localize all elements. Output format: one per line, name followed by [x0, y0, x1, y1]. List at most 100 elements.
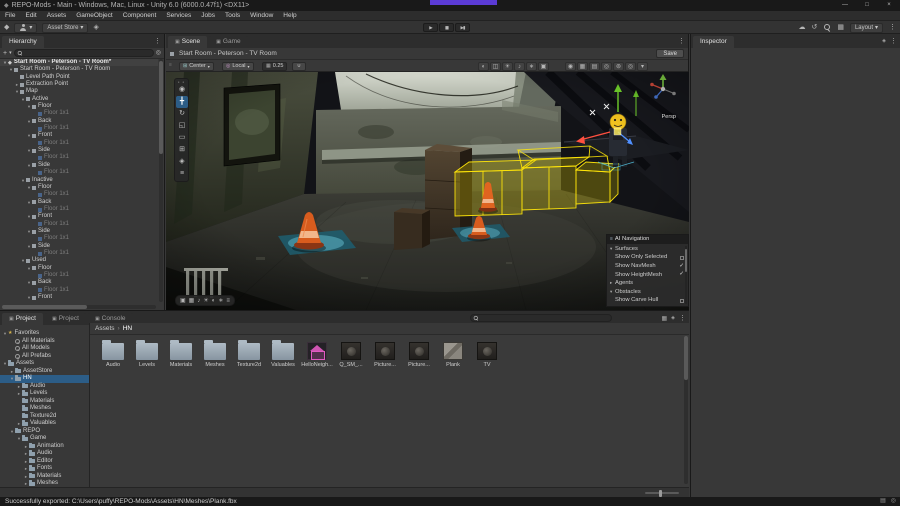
hierarchy-row[interactable]: ▾ Front	[0, 294, 158, 301]
project-tree-item-animation[interactable]: ▸ Animation	[0, 443, 89, 451]
layers-icon[interactable]: ▤	[589, 61, 600, 71]
transform-tool-button[interactable]: ⊞	[176, 144, 188, 156]
layers-icon[interactable]: ▦	[837, 22, 844, 33]
project-scrollbar[interactable]	[684, 336, 688, 484]
layout-dropdown[interactable]: Layout ▾	[849, 22, 883, 33]
breadcrumb-current[interactable]: HN	[123, 325, 132, 332]
custom-tool-button[interactable]: ◈	[176, 156, 188, 168]
nav-overlay-scrollbar[interactable]	[684, 245, 687, 304]
effects-icon[interactable]: ∗	[218, 296, 223, 306]
wireframe-icon[interactable]: ◫	[490, 61, 501, 71]
asset-item-tv[interactable]: TV	[470, 335, 504, 383]
hierarchy-row[interactable]: Floor 1x1	[0, 154, 158, 161]
cloud-icon[interactable]: ☁	[798, 22, 805, 33]
nav-row-show-heightmesh[interactable]: Show HeightMesh ✓	[607, 271, 688, 280]
settings-icon[interactable]: ⊚	[613, 61, 624, 71]
scale-tool-button[interactable]: ◱	[176, 120, 188, 132]
project-tree-item-audio[interactable]: ▸ Audio	[0, 383, 89, 391]
hierarchy-row[interactable]: Floor 1x1	[0, 140, 158, 147]
rotate-tool-button[interactable]: ↻	[176, 108, 188, 120]
hierarchy-row[interactable]: ▾ Map	[0, 88, 158, 95]
hierarchy-row[interactable]: ▾ Back	[0, 118, 158, 125]
hierarchy-row[interactable]: ▾ Start Room - Peterson - TV Room	[0, 66, 158, 73]
close-button[interactable]: ×	[878, 0, 900, 11]
asset-item-texture2d[interactable]: Texture2d	[232, 335, 266, 383]
menu-window[interactable]: Window	[245, 11, 278, 20]
project-tree-item-materials[interactable]: ▸ Materials	[0, 473, 89, 481]
camera-icon[interactable]: ▣	[538, 61, 549, 71]
add-caret-icon[interactable]: ▾	[9, 49, 12, 58]
menu-gameobject[interactable]: GameObject	[71, 11, 118, 20]
play-button[interactable]: ▶	[423, 23, 438, 32]
more-tool-button[interactable]: ≡	[176, 168, 188, 180]
nav-row-show-navmesh[interactable]: Show NavMesh ✓	[607, 262, 688, 271]
project-tree-item-all-prefabs[interactable]: All Prefabs	[0, 353, 89, 361]
gizmo-icon[interactable]: ◎	[625, 61, 636, 71]
asset-item-picture[interactable]: Picture...	[402, 335, 436, 383]
project-tree-item-audio[interactable]: ▸ Audio	[0, 450, 89, 458]
project-tree-item-all-models[interactable]: All Models	[0, 345, 89, 353]
status-message[interactable]: Successfully exported: C:\Users\puffy\RE…	[5, 498, 237, 505]
hierarchy-scrollbar[interactable]	[159, 59, 163, 302]
hierarchy-row[interactable]: ▾ Floor	[0, 265, 158, 272]
project-tree-item-assets[interactable]: ▾ Assets	[0, 360, 89, 368]
nav-row-show-only-selected[interactable]: Show Only Selected	[607, 253, 688, 262]
minimize-button[interactable]: —	[834, 0, 856, 11]
menu-edit[interactable]: Edit	[20, 11, 41, 20]
hierarchy-row[interactable]: ▾ Active	[0, 96, 158, 103]
scene-breadcrumb[interactable]: Start Room - Peterson - TV Room	[179, 50, 277, 57]
add-gameobject-button[interactable]: +	[3, 49, 7, 58]
audio-icon[interactable]: ♪	[197, 296, 200, 306]
hierarchy-row[interactable]: ▸ Extraction Point	[0, 81, 158, 88]
checkbox[interactable]: ✓	[679, 263, 684, 269]
project-tree-item-assetstore[interactable]: ▸ AssetStore	[0, 368, 89, 376]
toolbar-handle-icon[interactable]: ≡	[169, 62, 172, 68]
hierarchy-row[interactable]: Floor 1x1	[0, 235, 158, 242]
step-button[interactable]: ▶▮	[455, 23, 470, 32]
project-tree-item-all-materials[interactable]: All Materials	[0, 338, 89, 346]
rect-tool-button[interactable]: ▭	[176, 132, 188, 144]
project-search-input[interactable]	[470, 314, 612, 322]
nav-row-agents[interactable]: ▸ Agents	[607, 279, 688, 288]
toolbar-menu-icon[interactable]: ⋮	[889, 22, 896, 33]
hierarchy-row[interactable]: Floor 1x1	[0, 125, 158, 132]
hierarchy-hscrollbar[interactable]	[2, 305, 156, 309]
pause-button[interactable]: ▮▮	[439, 23, 454, 32]
hierarchy-row[interactable]: Floor 1x1	[0, 169, 158, 176]
project-tree-item-favorites[interactable]: ▾ ★ Favorites	[0, 330, 89, 338]
project-tree-item-valuables[interactable]: ▸ Valuables	[0, 420, 89, 428]
project-tree-item-texture2d[interactable]: Texture2d	[0, 413, 89, 421]
hierarchy-row[interactable]: Floor 1x1	[0, 191, 158, 198]
menu-services[interactable]: Services	[161, 11, 196, 20]
lighting-icon[interactable]: ☀	[502, 61, 513, 71]
nav-row-surfaces[interactable]: ▾ Surfaces	[607, 245, 688, 254]
maximize-button[interactable]: □	[856, 0, 878, 11]
move-tool-button[interactable]: ╋	[176, 96, 188, 108]
nav-row-show-carve-hull[interactable]: Show Carve Hull	[607, 296, 688, 305]
hierarchy-search-input[interactable]	[13, 49, 154, 57]
checkbox[interactable]: ✓	[679, 272, 684, 278]
shading-icon[interactable]: ◐	[478, 61, 489, 71]
grid-icon[interactable]: ▦	[577, 61, 588, 71]
menu-help[interactable]: Help	[278, 11, 301, 20]
hierarchy-row[interactable]: ▾ Inactive	[0, 177, 158, 184]
scene-menu-icon[interactable]: ⋮	[678, 37, 685, 45]
save-button[interactable]: Save	[656, 49, 684, 58]
grid-icon[interactable]: ▦	[189, 296, 195, 306]
persp-label[interactable]: Persp	[662, 114, 676, 120]
tab-scene[interactable]: ▣ Scene	[168, 36, 208, 48]
lighting-icon[interactable]: ☀	[203, 296, 208, 306]
hierarchy-row[interactable]: ▾ Side	[0, 147, 158, 154]
console-icon[interactable]: ▤	[880, 497, 886, 506]
lock-icon[interactable]: ◈	[882, 38, 886, 44]
project-tree-item-hn[interactable]: ▾ HN	[0, 375, 89, 383]
hierarchy-row[interactable]: Floor 1x1	[0, 272, 158, 279]
camera-icon[interactable]: ▣	[180, 296, 186, 306]
inspector-menu-icon[interactable]: ⋮	[890, 37, 897, 45]
scene-visibility-icon[interactable]: ◎	[156, 49, 161, 58]
view-tool-button[interactable]: ◉	[176, 84, 188, 96]
tab-inspector[interactable]: Inspector	[693, 36, 734, 48]
undo-history-icon[interactable]: ↺	[811, 22, 817, 33]
hierarchy-row[interactable]: Floor 1x1	[0, 221, 158, 228]
hierarchy-row[interactable]: Floor 1x1	[0, 206, 158, 213]
